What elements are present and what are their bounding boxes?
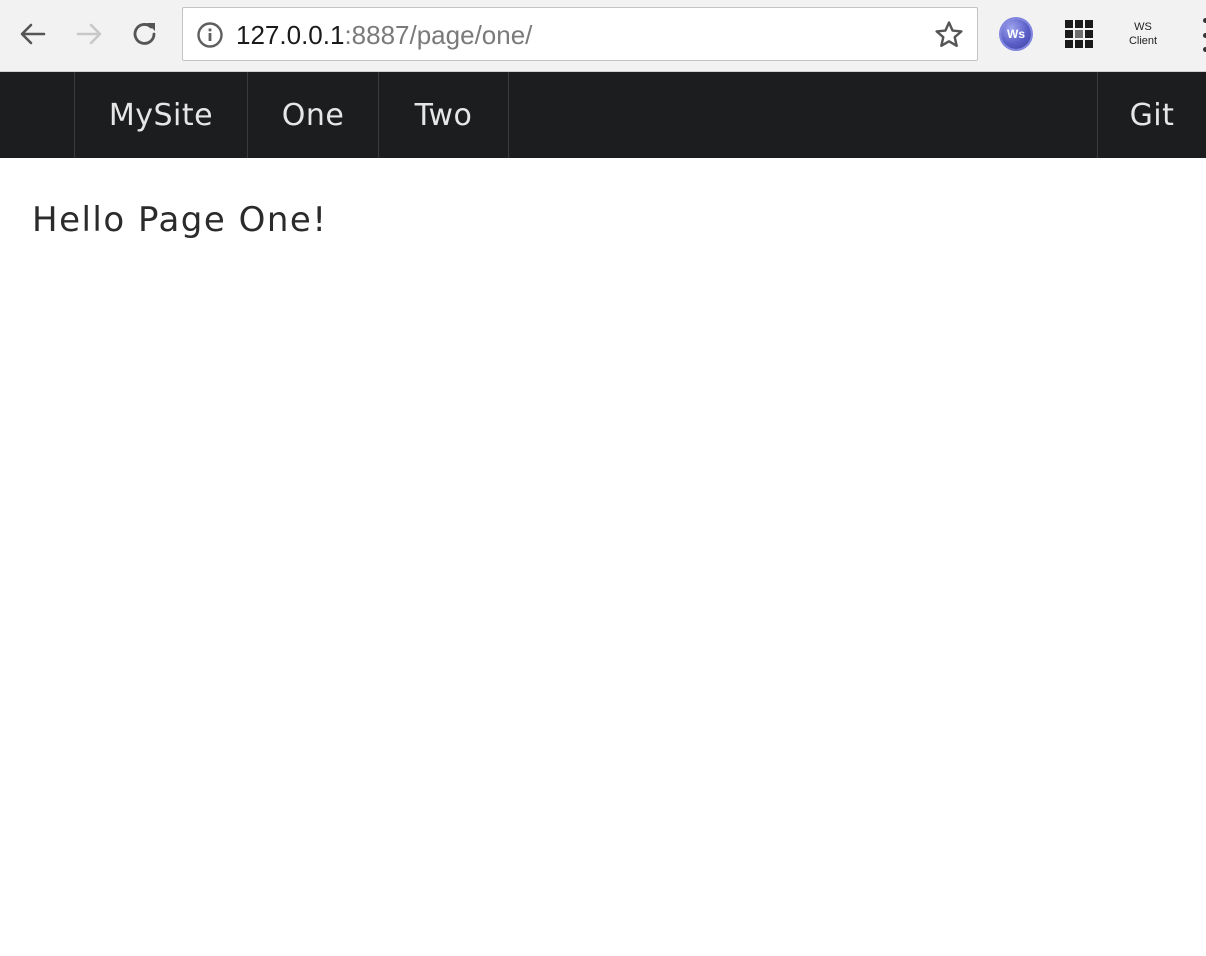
ws-client-extension-button[interactable]: WS Client [1118,14,1168,54]
ws-client-label-line1: WS [1134,21,1152,33]
more-menu-icon[interactable] [1194,18,1206,52]
apps-extension-button[interactable] [1059,14,1099,54]
grid-icon [1065,20,1093,48]
nav-link-one[interactable]: One [247,72,378,158]
address-bar[interactable]: 127.0.0.1:8887/page/one/ [182,7,978,61]
ws-client-label-line2: Client [1128,35,1158,47]
nav-link-two[interactable]: Two [378,72,509,158]
reload-icon [133,23,156,45]
forward-button[interactable] [69,14,109,54]
reload-button[interactable] [125,14,165,54]
ws-extension-button[interactable]: Ws [996,14,1036,54]
arrow-right-icon [76,23,102,45]
back-button[interactable] [13,14,53,54]
nav-brand-link[interactable]: MySite [74,72,247,158]
info-icon[interactable] [195,20,225,50]
bookmark-star-icon[interactable] [931,17,967,53]
url-path: :8887/page/one/ [344,20,533,50]
site-navbar: MySite One Two Git [0,72,1206,158]
page-heading: Hello Page One! [32,200,328,240]
browser-toolbar: 127.0.0.1:8887/page/one/ Ws WS Client [0,0,1206,72]
url-text[interactable]: 127.0.0.1:8887/page/one/ [236,8,532,62]
ws-extension-icon: Ws [1001,19,1031,49]
arrow-left-icon [20,23,46,45]
nav-link-git[interactable]: Git [1097,72,1206,158]
main-content: Hello Page One! [32,200,327,240]
url-host: 127.0.0.1 [236,20,345,50]
